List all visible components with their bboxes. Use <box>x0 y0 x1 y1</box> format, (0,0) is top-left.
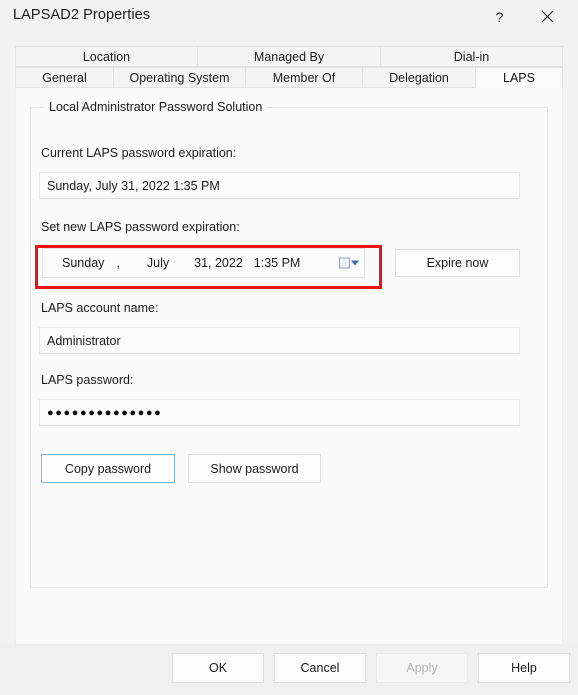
question-mark-icon: ? <box>495 8 504 25</box>
tab-laps[interactable]: LAPS <box>475 67 563 88</box>
datepicker-day-year[interactable]: 31, 2022 <box>194 256 243 270</box>
tab-label: Dial-in <box>453 49 490 64</box>
expire-now-button[interactable]: Expire now <box>395 249 520 277</box>
chevron-down-icon <box>351 260 359 266</box>
password-value: ●●●●●●●●●●●●●● <box>39 399 520 426</box>
window-title: LAPSAD2 Properties <box>13 7 151 23</box>
tab-row-2: General Operating System Member Of Deleg… <box>15 67 563 88</box>
title-bar: LAPSAD2 Properties ? <box>0 0 578 33</box>
tab-dial-in[interactable]: Dial-in <box>380 46 563 67</box>
account-name-label: LAPS account name: <box>41 301 159 315</box>
calendar-icon <box>339 257 350 269</box>
datepicker-comma: , <box>116 256 120 270</box>
button-label: Apply <box>406 661 438 675</box>
close-icon <box>541 10 554 23</box>
close-button[interactable] <box>525 0 570 33</box>
button-label: OK <box>208 661 228 675</box>
show-password-button[interactable]: Show password <box>188 454 321 483</box>
tab-label: LAPS <box>503 70 535 85</box>
dialog-button-bar: OK Cancel Apply Help <box>0 645 578 695</box>
password-label: LAPS password: <box>41 373 134 387</box>
expiration-datetime-picker[interactable]: Sunday , July 31, 2022 1:35 PM <box>42 248 365 278</box>
button-label: Copy password <box>64 461 152 476</box>
tab-managed-by[interactable]: Managed By <box>197 46 380 67</box>
button-label: Expire now <box>426 256 489 270</box>
tab-label: Location <box>82 49 131 64</box>
tab-label: General <box>42 70 87 85</box>
current-expiration-label: Current LAPS password expiration: <box>41 146 237 160</box>
button-label: Help <box>511 661 537 675</box>
datepicker-time[interactable]: 1:35 PM <box>254 256 301 270</box>
set-expiration-label: Set new LAPS password expiration: <box>41 220 240 234</box>
group-box-title: Local Administrator Password Solution <box>44 100 268 114</box>
tab-operating-system[interactable]: Operating System <box>113 67 245 88</box>
button-label: Cancel <box>300 661 340 675</box>
ok-button[interactable]: OK <box>172 653 264 683</box>
calendar-dropdown-icon[interactable] <box>339 257 359 269</box>
current-expiration-value: Sunday, July 31, 2022 1:35 PM <box>39 172 520 199</box>
copy-password-button[interactable]: Copy password <box>41 454 175 483</box>
tab-label: Member Of <box>272 70 336 85</box>
datepicker-month[interactable]: July <box>147 256 169 270</box>
tab-delegation[interactable]: Delegation <box>362 67 475 88</box>
laps-tab-panel: Local Administrator Password Solution Cu… <box>15 88 563 645</box>
tab-strip: Location Managed By Dial-in General Oper… <box>15 46 563 88</box>
tab-member-of[interactable]: Member Of <box>245 67 362 88</box>
help-titlebar-button[interactable]: ? <box>477 0 522 33</box>
tab-label: Managed By <box>253 49 325 64</box>
tab-row-1: Location Managed By Dial-in <box>15 46 563 67</box>
tab-location[interactable]: Location <box>15 46 197 67</box>
datepicker-weekday[interactable]: Sunday <box>62 256 104 270</box>
tab-label: Operating System <box>129 70 230 85</box>
tab-general[interactable]: General <box>15 67 113 88</box>
help-button[interactable]: Help <box>478 653 570 683</box>
tab-label: Delegation <box>389 70 449 85</box>
cancel-button[interactable]: Cancel <box>274 653 366 683</box>
button-label: Show password <box>210 461 299 476</box>
apply-button: Apply <box>376 653 468 683</box>
account-name-value: Administrator <box>39 327 520 354</box>
properties-window: LAPSAD2 Properties ? Location Managed By… <box>0 0 578 695</box>
